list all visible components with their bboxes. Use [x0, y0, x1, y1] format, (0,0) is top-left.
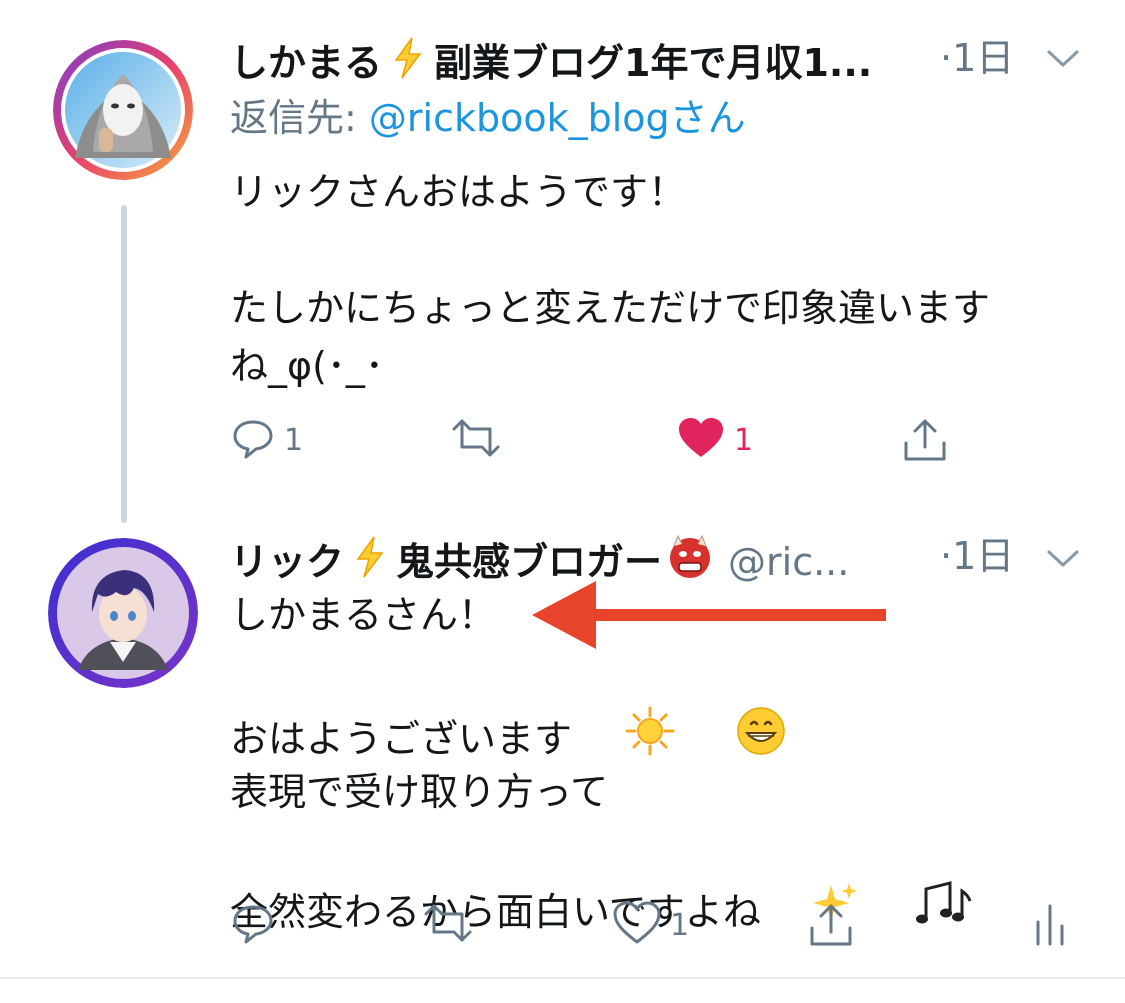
tweet2-text-line2: おはようございます: [230, 717, 573, 761]
lightning-icon: [388, 36, 428, 89]
tweet2-display-name[interactable]: リック: [230, 540, 344, 584]
thread-connector-line: [121, 205, 127, 523]
tweet2-action-bar: 1: [0, 900, 1125, 960]
reply-to-suffix[interactable]: さん: [670, 96, 746, 140]
reply-icon: [230, 415, 276, 465]
chevron-down-icon[interactable]: [1045, 546, 1081, 574]
tweet2-analytics-button[interactable]: [1030, 900, 1070, 954]
heart-filled-icon: [676, 415, 726, 465]
tweet1-text: リックさんおはようです！ たしかにちょっと変えただけで印象違います ね_φ(･_…: [230, 170, 991, 388]
tweet2-timestamp[interactable]: ·1日: [940, 534, 1014, 578]
tweet1-reply-to: 返信先: @rickbook_blogさん: [230, 96, 746, 140]
reply-to-label: 返信先:: [230, 96, 357, 140]
tweet2-like-count: 1: [670, 907, 690, 943]
retweet-icon: [420, 900, 476, 950]
tweet1-reply-button[interactable]: 1: [230, 415, 303, 465]
tweet1-author[interactable]: しかまる 副業ブログ1年で月収1...: [230, 36, 872, 89]
retweet-icon: [448, 415, 504, 465]
share-icon: [900, 415, 950, 469]
tweet2-share-button[interactable]: [806, 900, 856, 954]
tweet1-share-button[interactable]: [900, 415, 950, 469]
heart-outline-icon: [612, 900, 662, 950]
tweet2-retweet-button[interactable]: [420, 900, 476, 950]
tweet2-text-line1: しかまるさん！: [230, 593, 497, 637]
avatar-rick[interactable]: [48, 538, 198, 688]
tweet1-like-count: 1: [734, 422, 754, 458]
tweet2-like-button[interactable]: 1: [612, 900, 689, 950]
tweet2-text-line3: 表現で受け取り方って: [230, 770, 609, 814]
reply-icon: [230, 900, 276, 950]
tweet1-timestamp[interactable]: ·1日: [940, 36, 1014, 80]
red-annotation-arrow: [530, 575, 900, 659]
analytics-icon: [1030, 900, 1070, 954]
tweet1-display-name-rest[interactable]: 副業ブログ1年で月収1...: [434, 41, 872, 85]
lightning-icon: [350, 535, 390, 588]
tweet2-reply-button[interactable]: [230, 900, 276, 950]
tweet1-like-button[interactable]: 1: [676, 415, 753, 465]
reply-to-mention[interactable]: @rickbook_blog: [369, 96, 670, 140]
grin-emoji-icon: [686, 647, 786, 831]
share-icon: [806, 900, 856, 954]
tweet1-display-name[interactable]: しかまる: [230, 41, 382, 85]
avatar-shikamaru[interactable]: [53, 40, 193, 180]
tweet1-reply-count: 1: [284, 422, 304, 458]
chevron-down-icon[interactable]: [1045, 46, 1081, 74]
tweet1-action-bar: 1 1: [0, 415, 1125, 475]
tweet1-retweet-button[interactable]: [448, 415, 504, 465]
